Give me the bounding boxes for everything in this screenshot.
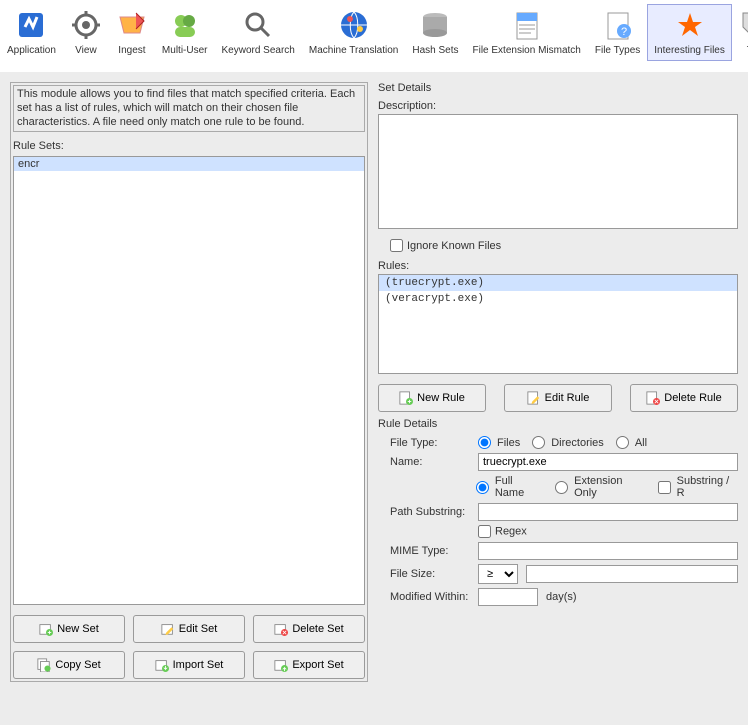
toolbar-label: File Extension Mismatch xyxy=(473,45,581,56)
multi-icon xyxy=(169,9,201,41)
rule-item[interactable]: (truecrypt.exe) xyxy=(379,275,737,291)
edit-rule-button[interactable]: Edit Rule xyxy=(504,384,612,412)
types-icon: ? xyxy=(602,9,634,41)
star-icon xyxy=(674,9,706,41)
toolbar-hash[interactable]: Hash Sets xyxy=(405,4,465,61)
regex-checkbox[interactable]: Regex xyxy=(478,525,527,538)
left-pane: This module allows you to find files tha… xyxy=(10,82,368,682)
mismatch-icon xyxy=(511,9,543,41)
path-substring-input[interactable] xyxy=(478,503,738,521)
svg-text:?: ? xyxy=(621,26,627,38)
file-size-op[interactable]: ≥ xyxy=(478,564,518,584)
hash-icon xyxy=(419,9,451,41)
rule-sets-label: Rule Sets: xyxy=(13,140,365,152)
rule-item[interactable]: (veracrypt.exe) xyxy=(379,291,737,307)
name-label: Name: xyxy=(378,456,478,468)
name-mode-radios[interactable]: Full Name Extension Only Substring / R xyxy=(476,475,738,499)
rules-label: Rules: xyxy=(378,260,738,272)
view-icon xyxy=(70,9,102,41)
toolbar-search[interactable]: Keyword Search xyxy=(214,4,301,61)
toolbar-label: Application xyxy=(7,45,56,56)
toolbar-app[interactable]: Application xyxy=(0,4,63,61)
file-size-label: File Size: xyxy=(378,568,478,580)
file-type-label: File Type: xyxy=(378,437,478,449)
rule-set-item[interactable]: encr xyxy=(14,157,364,171)
description-input[interactable] xyxy=(378,114,738,229)
description-label: Description: xyxy=(378,100,738,112)
ignore-known-checkbox[interactable]: Ignore Known Files xyxy=(390,239,738,252)
search-icon xyxy=(242,9,274,41)
export-set-button[interactable]: Export Set xyxy=(253,651,365,679)
toolbar-star[interactable]: Interesting Files xyxy=(647,4,732,61)
toolbar-label: View xyxy=(75,45,97,56)
rules-list[interactable]: (truecrypt.exe)(veracrypt.exe) xyxy=(378,274,738,374)
app-icon xyxy=(15,9,47,41)
delete-set-button[interactable]: Delete Set xyxy=(253,615,365,643)
new-set-button[interactable]: New Set xyxy=(13,615,125,643)
new-rule-button[interactable]: New Rule xyxy=(378,384,486,412)
toolbar-types[interactable]: ? File Types xyxy=(588,4,647,61)
module-description: This module allows you to find files tha… xyxy=(13,85,365,132)
mime-type-label: MIME Type: xyxy=(378,545,478,557)
toolbar-mismatch[interactable]: File Extension Mismatch xyxy=(466,4,588,61)
toolbar-ingest[interactable]: Ingest xyxy=(109,4,155,61)
path-substring-label: Path Substring: xyxy=(378,506,478,518)
modified-within-label: Modified Within: xyxy=(378,591,478,603)
toolbar-label: Interesting Files xyxy=(654,45,725,56)
toolbar-label: Ingest xyxy=(118,45,145,56)
toolbar-view[interactable]: View xyxy=(63,4,109,61)
delete-rule-button[interactable]: Delete Rule xyxy=(630,384,738,412)
rule-sets-list[interactable]: encr xyxy=(13,156,365,605)
right-pane: Set Details Description: Ignore Known Fi… xyxy=(378,82,738,682)
modified-within-input[interactable] xyxy=(478,588,538,606)
file-type-radios[interactable]: Files Directories All xyxy=(478,436,647,449)
set-details-label: Set Details xyxy=(378,82,738,94)
import-set-button[interactable]: Import Set xyxy=(133,651,245,679)
toolbar-translate[interactable]: Machine Translation xyxy=(302,4,406,61)
ingest-icon xyxy=(116,9,148,41)
tag-icon xyxy=(739,9,748,41)
name-input[interactable] xyxy=(478,453,738,471)
edit-set-button[interactable]: Edit Set xyxy=(133,615,245,643)
days-label: day(s) xyxy=(546,591,577,603)
toolbar-label: Hash Sets xyxy=(412,45,458,56)
toolbar-label: Keyword Search xyxy=(221,45,294,56)
toolbar-label: Machine Translation xyxy=(309,45,399,56)
rule-details-label: Rule Details xyxy=(378,418,738,430)
toolbar-tag[interactable]: Tag xyxy=(732,4,748,61)
toolbar-label: Multi-User xyxy=(162,45,208,56)
translate-icon xyxy=(338,9,370,41)
file-size-input[interactable] xyxy=(526,565,738,583)
toolbar-label: File Types xyxy=(595,45,640,56)
mime-type-input[interactable] xyxy=(478,542,738,560)
toolbar-multi[interactable]: Multi-User xyxy=(155,4,215,61)
copy-set-button[interactable]: Copy Set xyxy=(13,651,125,679)
